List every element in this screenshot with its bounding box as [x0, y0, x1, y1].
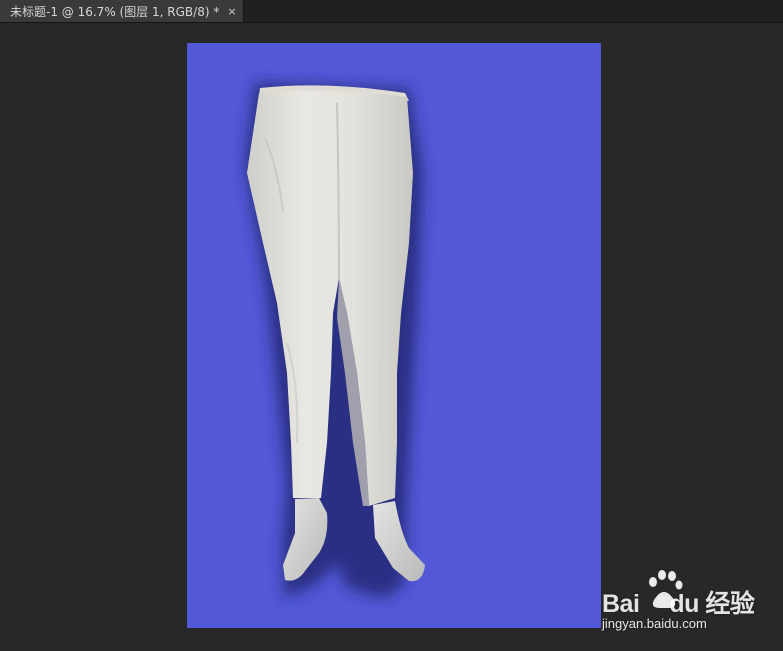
document-canvas[interactable] — [187, 43, 601, 628]
document-tab[interactable]: 未标题-1 @ 16.7% (图层 1, RGB/8) * × — [0, 0, 244, 22]
document-tab-bar: 未标题-1 @ 16.7% (图层 1, RGB/8) * × — [0, 0, 783, 23]
document-tab-title: 未标题-1 @ 16.7% (图层 1, RGB/8) * — [10, 4, 220, 19]
trousers-image — [245, 83, 425, 598]
close-icon[interactable]: × — [227, 5, 236, 18]
